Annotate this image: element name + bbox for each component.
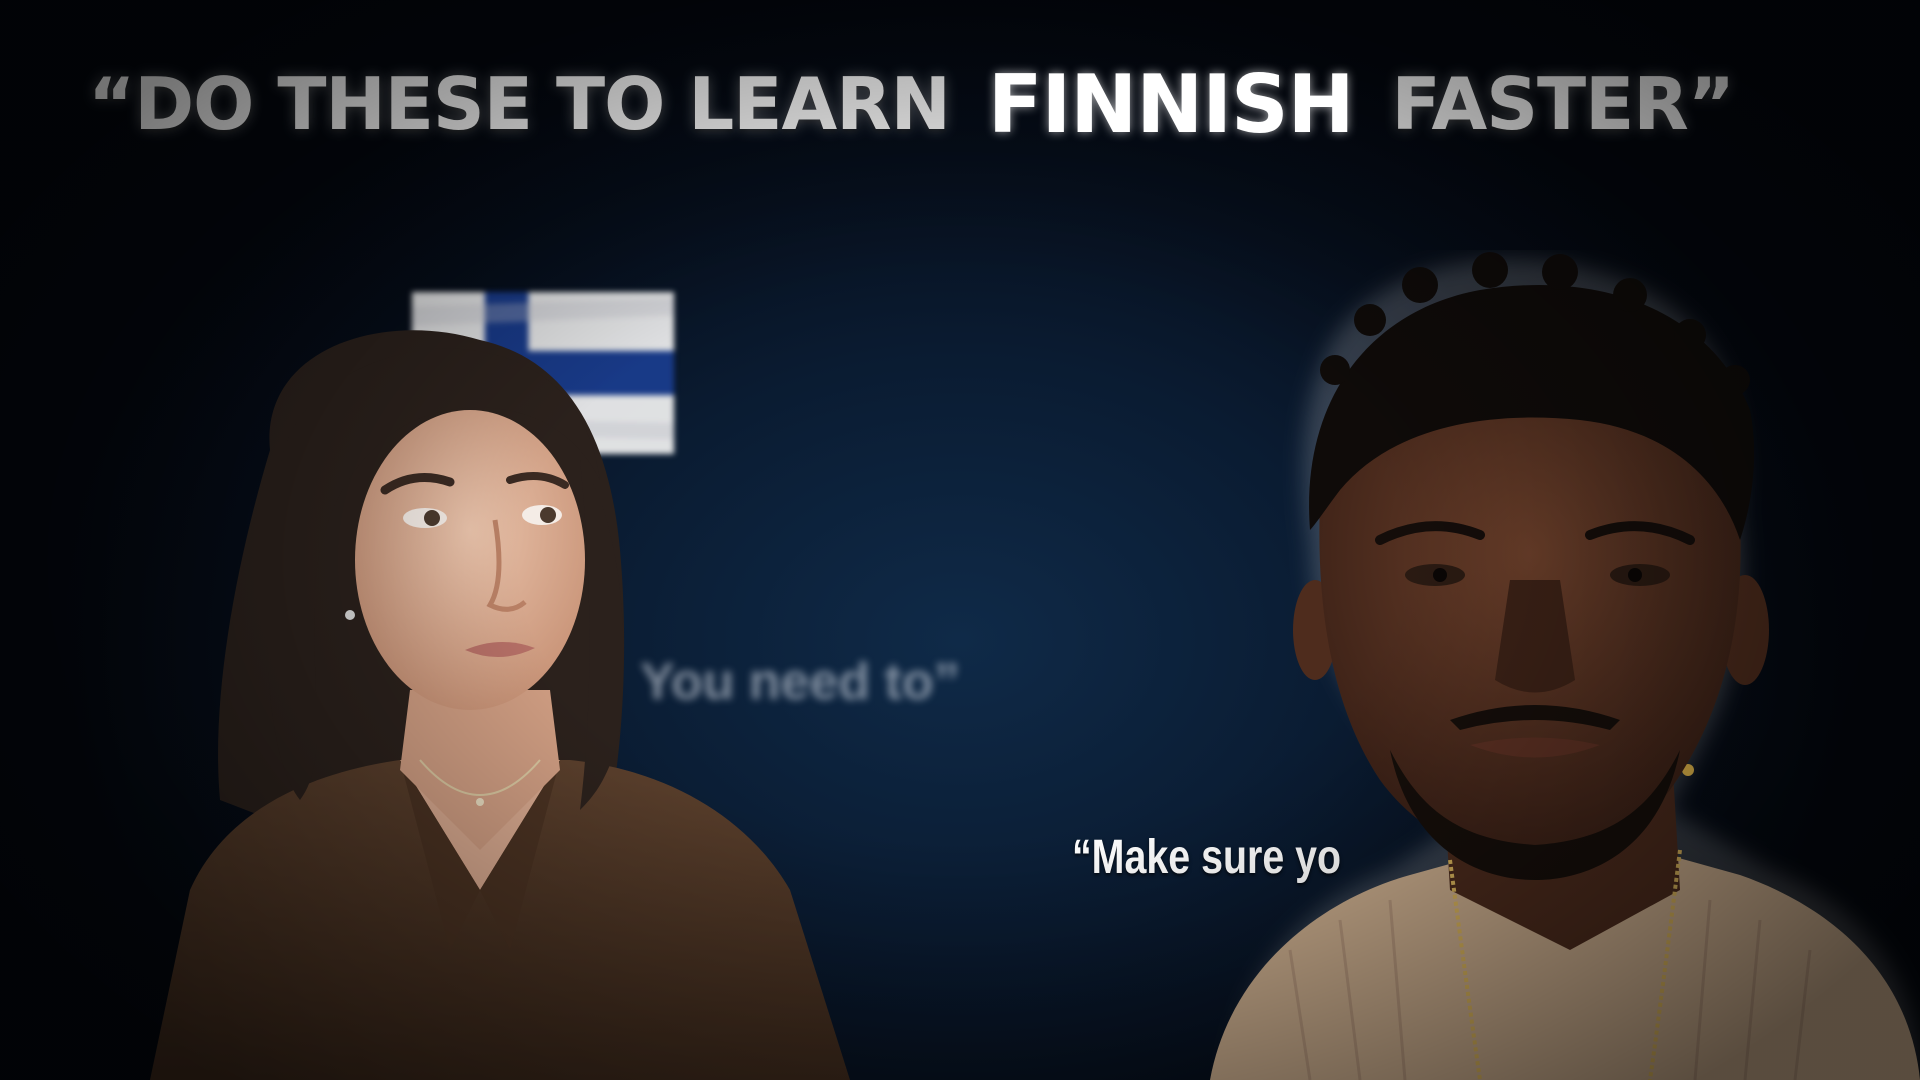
thumbnail-canvas: You need to” “Make sure yo “DO THESE TO … bbox=[0, 0, 1920, 1080]
man-portrait bbox=[1150, 250, 1920, 1080]
headline-text-before: “DO THESE TO LEARN bbox=[88, 62, 951, 146]
thumbnail-headline: “DO THESE TO LEARN FINNISH FASTER” bbox=[88, 44, 1736, 164]
headline-highlight-text: FINNISH bbox=[987, 57, 1355, 151]
headline-text-after: FASTER” bbox=[1391, 62, 1736, 146]
headline-highlight-word: FINNISH bbox=[974, 54, 1368, 155]
woman-portrait bbox=[150, 330, 910, 1080]
